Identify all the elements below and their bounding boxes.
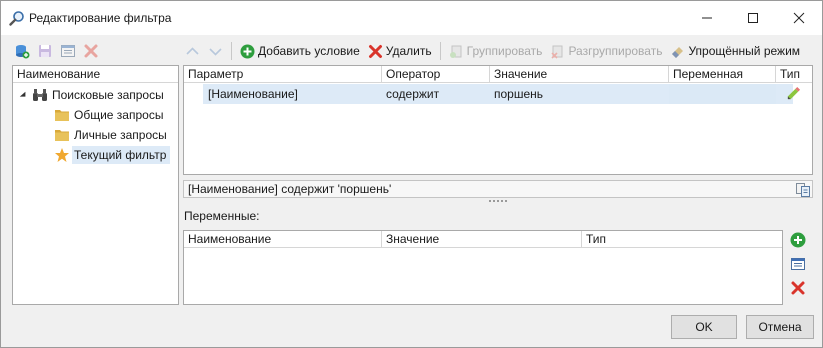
expand-toggle[interactable] bbox=[18, 90, 28, 100]
new-query-button[interactable] bbox=[13, 43, 30, 60]
column-header-variable[interactable]: Переменная bbox=[669, 66, 776, 83]
list-window-icon bbox=[791, 258, 805, 270]
cell-type[interactable] bbox=[786, 84, 812, 104]
eraser-pencil-icon bbox=[672, 46, 684, 58]
tree-toolbar bbox=[13, 41, 99, 61]
add-plus-icon bbox=[240, 44, 255, 58]
title-bar: Редактирование фильтра bbox=[1, 1, 822, 35]
arrow-up-icon bbox=[186, 46, 199, 55]
copy-icon[interactable] bbox=[795, 182, 811, 197]
ungroup-icon bbox=[551, 45, 563, 59]
add-plus-icon bbox=[790, 232, 806, 248]
cell-parameter[interactable]: [Наименование] bbox=[204, 84, 382, 104]
filter-expression-text: [Наименование] содержит 'поршень' bbox=[188, 182, 392, 196]
ok-button[interactable]: OK bbox=[671, 315, 737, 339]
save-button[interactable] bbox=[36, 43, 53, 60]
binoculars-icon bbox=[33, 89, 47, 101]
filter-editor-window: Редактирование фильтра Добавить условие … bbox=[0, 0, 823, 348]
filter-expression: [Наименование] содержит 'поршень' bbox=[183, 180, 813, 198]
toolbar-separator bbox=[439, 42, 441, 60]
column-header-var-type[interactable]: Тип bbox=[582, 231, 782, 248]
close-icon bbox=[793, 12, 805, 24]
variables-actions bbox=[789, 231, 807, 297]
ungroup-label: Разгруппировать bbox=[568, 44, 663, 58]
arrow-down-icon bbox=[209, 47, 222, 56]
column-header-var-value[interactable]: Значение bbox=[382, 231, 582, 248]
group-icon bbox=[449, 45, 462, 58]
conditions-toolbar: Добавить условие Удалить Группировать Ра… bbox=[185, 41, 808, 61]
variables-grid: Наименование Значение Тип bbox=[183, 230, 783, 305]
conditions-grid: Параметр Оператор Значение Переменная Ти… bbox=[183, 65, 813, 175]
add-variable-button[interactable] bbox=[789, 231, 807, 249]
simple-mode-label: Упрощённый режим bbox=[688, 44, 801, 58]
column-header-type[interactable]: Тип bbox=[776, 66, 812, 83]
search-magnifier-icon bbox=[9, 11, 24, 26]
list-window-icon bbox=[60, 45, 75, 57]
add-condition-label: Добавить условие bbox=[258, 44, 360, 58]
splitter-handle[interactable] bbox=[489, 200, 509, 204]
column-header-operator[interactable]: Оператор bbox=[382, 66, 490, 83]
move-up-button[interactable] bbox=[185, 41, 200, 61]
move-down-button[interactable] bbox=[208, 41, 223, 61]
delete-condition-label: Удалить bbox=[385, 44, 432, 58]
maximize-button[interactable] bbox=[730, 1, 776, 35]
tree-item-root[interactable]: Поисковые запросы bbox=[18, 85, 164, 105]
tree-item-label: Поисковые запросы bbox=[52, 88, 164, 102]
minimize-icon bbox=[702, 17, 712, 19]
simple-mode-button[interactable]: Упрощённый режим bbox=[670, 41, 800, 61]
column-header-value[interactable]: Значение bbox=[490, 66, 669, 83]
tree-item-label: Текущий фильтр bbox=[72, 146, 171, 164]
maximize-icon bbox=[748, 13, 758, 23]
cell-operator[interactable]: содержит bbox=[382, 84, 490, 104]
column-header-parameter[interactable]: Параметр bbox=[184, 66, 382, 83]
new-database-icon bbox=[15, 45, 29, 59]
pencil-icon bbox=[787, 86, 801, 100]
save-disk-icon bbox=[38, 45, 51, 57]
cell-value[interactable]: поршень bbox=[490, 84, 669, 104]
minimize-button[interactable] bbox=[684, 1, 730, 35]
delete-query-button[interactable] bbox=[82, 43, 99, 60]
edit-variable-button[interactable] bbox=[789, 255, 807, 273]
window-title: Редактирование фильтра bbox=[29, 11, 172, 25]
toolbar-separator bbox=[231, 42, 232, 60]
delete-x-icon bbox=[791, 281, 805, 295]
delete-x-icon bbox=[84, 44, 97, 58]
variables-grid-header: Наименование Значение Тип bbox=[184, 231, 782, 248]
delete-condition-button[interactable]: Удалить bbox=[368, 41, 432, 61]
cell-variable[interactable] bbox=[669, 84, 776, 104]
folder-icon bbox=[55, 110, 69, 121]
close-button[interactable] bbox=[776, 1, 822, 35]
delete-variable-button[interactable] bbox=[789, 279, 807, 297]
tree-item-label: Общие запросы bbox=[74, 108, 164, 122]
properties-button[interactable] bbox=[59, 43, 76, 60]
add-condition-button[interactable]: Добавить условие bbox=[240, 41, 360, 61]
ungroup-button[interactable]: Разгруппировать bbox=[550, 41, 662, 61]
group-button[interactable]: Группировать bbox=[449, 41, 543, 61]
tree-item-common[interactable]: Общие запросы bbox=[54, 105, 163, 125]
triangle-down-icon bbox=[19, 91, 26, 97]
folder-icon bbox=[55, 130, 69, 141]
tree-item-current-filter[interactable]: Текущий фильтр bbox=[54, 145, 171, 165]
tree-item-label: Личные запросы bbox=[74, 128, 167, 142]
group-label: Группировать bbox=[466, 44, 543, 58]
column-header-var-name[interactable]: Наименование bbox=[184, 231, 382, 248]
delete-x-icon bbox=[368, 44, 382, 58]
query-tree: Наименование Поисковые запросы Общие зап… bbox=[12, 65, 179, 305]
tree-item-personal[interactable]: Личные запросы bbox=[54, 125, 167, 145]
table-row[interactable]: [Наименование] содержит поршень bbox=[184, 84, 812, 104]
conditions-grid-header: Параметр Оператор Значение Переменная Ти… bbox=[184, 66, 812, 83]
tree-header-name: Наименование bbox=[13, 66, 178, 83]
cancel-button[interactable]: Отмена bbox=[746, 315, 814, 339]
variables-label: Переменные: bbox=[184, 209, 260, 223]
star-icon bbox=[55, 148, 69, 162]
